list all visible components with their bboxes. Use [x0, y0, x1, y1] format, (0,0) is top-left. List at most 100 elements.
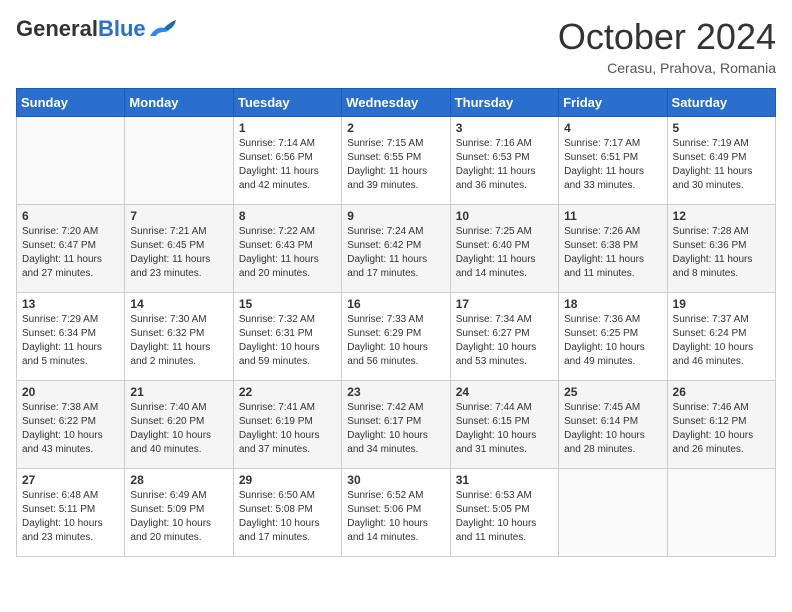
day-info: Sunrise: 7:24 AM Sunset: 6:42 PM Dayligh… — [347, 225, 444, 281]
calendar-week-row: 1 Sunrise: 7:14 AM Sunset: 6:56 PM Daylig… — [17, 117, 776, 205]
day-info: Sunrise: 7:33 AM Sunset: 6:29 PM Dayligh… — [347, 313, 444, 369]
calendar-week-row: 27 Sunrise: 6:48 AM Sunset: 5:11 PM Dayli… — [17, 469, 776, 557]
calendar-cell: 22Sunrise: 7:41 AM Sunset: 6:19 PM Dayli… — [233, 381, 341, 469]
day-number: 23 — [347, 385, 444, 399]
day-number: 2 — [347, 121, 444, 135]
day-info: Sunrise: 7:44 AM Sunset: 6:15 PM Dayligh… — [456, 401, 553, 457]
day-number: 3 — [456, 121, 553, 135]
day-number: 9 — [347, 209, 444, 223]
calendar-week-row: 13 Sunrise: 7:29 AM Sunset: 6:34 PM Dayli… — [17, 293, 776, 381]
calendar-cell: 9 Sunrise: 7:24 AM Sunset: 6:42 PM Daylig… — [342, 205, 450, 293]
day-info: Sunrise: 6:52 AM Sunset: 5:06 PM Dayligh… — [347, 489, 444, 545]
day-info: Sunrise: 7:28 AM Sunset: 6:36 PM Dayligh… — [673, 225, 770, 281]
calendar-cell: 27 Sunrise: 6:48 AM Sunset: 5:11 PM Dayli… — [17, 469, 125, 557]
calendar-cell: 10Sunrise: 7:25 AM Sunset: 6:40 PM Dayli… — [450, 205, 558, 293]
day-number: 1 — [239, 121, 336, 135]
calendar-cell: 1 Sunrise: 7:14 AM Sunset: 6:56 PM Daylig… — [233, 117, 341, 205]
calendar-cell: 5 Sunrise: 7:19 AM Sunset: 6:49 PM Daylig… — [667, 117, 775, 205]
weekday-header: Thursday — [450, 89, 558, 117]
weekday-header-row: SundayMondayTuesdayWednesdayThursdayFrid… — [17, 89, 776, 117]
day-number: 29 — [239, 473, 336, 487]
calendar-cell: 6 Sunrise: 7:20 AM Sunset: 6:47 PM Daylig… — [17, 205, 125, 293]
day-info: Sunrise: 7:37 AM Sunset: 6:24 PM Dayligh… — [673, 313, 770, 369]
calendar-cell: 16 Sunrise: 7:33 AM Sunset: 6:29 PM Dayli… — [342, 293, 450, 381]
calendar-cell: 26Sunrise: 7:46 AM Sunset: 6:12 PM Dayli… — [667, 381, 775, 469]
day-info: Sunrise: 6:53 AM Sunset: 5:05 PM Dayligh… — [456, 489, 553, 545]
logo-general: GeneralBlue — [16, 16, 146, 42]
day-info: Sunrise: 7:22 AM Sunset: 6:43 PM Dayligh… — [239, 225, 336, 281]
calendar-cell: 21Sunrise: 7:40 AM Sunset: 6:20 PM Dayli… — [125, 381, 233, 469]
calendar-cell: 29 Sunrise: 6:50 AM Sunset: 5:08 PM Dayli… — [233, 469, 341, 557]
calendar-cell: 18 Sunrise: 7:36 AM Sunset: 6:25 PM Dayli… — [559, 293, 667, 381]
day-info: Sunrise: 7:30 AM Sunset: 6:32 PM Dayligh… — [130, 313, 227, 369]
calendar-cell: 11 Sunrise: 7:26 AM Sunset: 6:38 PM Dayli… — [559, 205, 667, 293]
calendar-cell: 4 Sunrise: 7:17 AM Sunset: 6:51 PM Daylig… — [559, 117, 667, 205]
calendar-cell: 23Sunrise: 7:42 AM Sunset: 6:17 PM Dayli… — [342, 381, 450, 469]
day-number: 13 — [22, 297, 119, 311]
day-info: Sunrise: 7:45 AM Sunset: 6:14 PM Dayligh… — [564, 401, 661, 457]
day-number: 30 — [347, 473, 444, 487]
day-number: 27 — [22, 473, 119, 487]
calendar-cell — [667, 469, 775, 557]
calendar-cell: 30 Sunrise: 6:52 AM Sunset: 5:06 PM Dayli… — [342, 469, 450, 557]
day-number: 15 — [239, 297, 336, 311]
calendar-cell: 17 Sunrise: 7:34 AM Sunset: 6:27 PM Dayli… — [450, 293, 558, 381]
day-info: Sunrise: 7:32 AM Sunset: 6:31 PM Dayligh… — [239, 313, 336, 369]
month-title: October 2024 — [558, 16, 776, 58]
weekday-header: Tuesday — [233, 89, 341, 117]
day-info: Sunrise: 7:19 AM Sunset: 6:49 PM Dayligh… — [673, 137, 770, 193]
weekday-header: Monday — [125, 89, 233, 117]
calendar-cell: 25 Sunrise: 7:45 AM Sunset: 6:14 PM Dayli… — [559, 381, 667, 469]
calendar-cell: 12 Sunrise: 7:28 AM Sunset: 6:36 PM Dayli… — [667, 205, 775, 293]
day-info: Sunrise: 7:15 AM Sunset: 6:55 PM Dayligh… — [347, 137, 444, 193]
weekday-header: Friday — [559, 89, 667, 117]
logo-bird-icon — [148, 18, 176, 40]
calendar-week-row: 20Sunrise: 7:38 AM Sunset: 6:22 PM Dayli… — [17, 381, 776, 469]
day-number: 25 — [564, 385, 661, 399]
page-header: GeneralBlue October 2024 Cerasu, Prahova… — [16, 16, 776, 76]
weekday-header: Sunday — [17, 89, 125, 117]
day-number: 11 — [564, 209, 661, 223]
day-number: 10 — [456, 209, 553, 223]
day-number: 8 — [239, 209, 336, 223]
day-info: Sunrise: 7:40 AM Sunset: 6:20 PM Dayligh… — [130, 401, 227, 457]
logo: GeneralBlue — [16, 16, 176, 42]
day-info: Sunrise: 7:36 AM Sunset: 6:25 PM Dayligh… — [564, 313, 661, 369]
calendar-cell: 24 Sunrise: 7:44 AM Sunset: 6:15 PM Dayli… — [450, 381, 558, 469]
day-number: 19 — [673, 297, 770, 311]
day-info: Sunrise: 7:34 AM Sunset: 6:27 PM Dayligh… — [456, 313, 553, 369]
calendar-cell: 20Sunrise: 7:38 AM Sunset: 6:22 PM Dayli… — [17, 381, 125, 469]
day-info: Sunrise: 6:50 AM Sunset: 5:08 PM Dayligh… — [239, 489, 336, 545]
day-info: Sunrise: 7:21 AM Sunset: 6:45 PM Dayligh… — [130, 225, 227, 281]
day-number: 5 — [673, 121, 770, 135]
day-info: Sunrise: 7:29 AM Sunset: 6:34 PM Dayligh… — [22, 313, 119, 369]
day-number: 18 — [564, 297, 661, 311]
calendar-cell: 3Sunrise: 7:16 AM Sunset: 6:53 PM Daylig… — [450, 117, 558, 205]
calendar-cell: 7Sunrise: 7:21 AM Sunset: 6:45 PM Daylig… — [125, 205, 233, 293]
location: Cerasu, Prahova, Romania — [558, 60, 776, 76]
day-number: 26 — [673, 385, 770, 399]
calendar-cell: 31Sunrise: 6:53 AM Sunset: 5:05 PM Dayli… — [450, 469, 558, 557]
day-info: Sunrise: 6:48 AM Sunset: 5:11 PM Dayligh… — [22, 489, 119, 545]
calendar-cell: 2 Sunrise: 7:15 AM Sunset: 6:55 PM Daylig… — [342, 117, 450, 205]
day-info: Sunrise: 7:26 AM Sunset: 6:38 PM Dayligh… — [564, 225, 661, 281]
day-info: Sunrise: 7:17 AM Sunset: 6:51 PM Dayligh… — [564, 137, 661, 193]
calendar-cell: 13 Sunrise: 7:29 AM Sunset: 6:34 PM Dayli… — [17, 293, 125, 381]
day-info: Sunrise: 7:14 AM Sunset: 6:56 PM Dayligh… — [239, 137, 336, 193]
day-number: 6 — [22, 209, 119, 223]
calendar-cell: 28 Sunrise: 6:49 AM Sunset: 5:09 PM Dayli… — [125, 469, 233, 557]
day-number: 28 — [130, 473, 227, 487]
day-number: 4 — [564, 121, 661, 135]
day-number: 14 — [130, 297, 227, 311]
day-number: 24 — [456, 385, 553, 399]
day-info: Sunrise: 6:49 AM Sunset: 5:09 PM Dayligh… — [130, 489, 227, 545]
calendar-cell — [559, 469, 667, 557]
day-info: Sunrise: 7:20 AM Sunset: 6:47 PM Dayligh… — [22, 225, 119, 281]
day-number: 12 — [673, 209, 770, 223]
day-number: 17 — [456, 297, 553, 311]
calendar-cell: 15 Sunrise: 7:32 AM Sunset: 6:31 PM Dayli… — [233, 293, 341, 381]
calendar-week-row: 6 Sunrise: 7:20 AM Sunset: 6:47 PM Daylig… — [17, 205, 776, 293]
day-number: 16 — [347, 297, 444, 311]
day-info: Sunrise: 7:41 AM Sunset: 6:19 PM Dayligh… — [239, 401, 336, 457]
day-info: Sunrise: 7:38 AM Sunset: 6:22 PM Dayligh… — [22, 401, 119, 457]
